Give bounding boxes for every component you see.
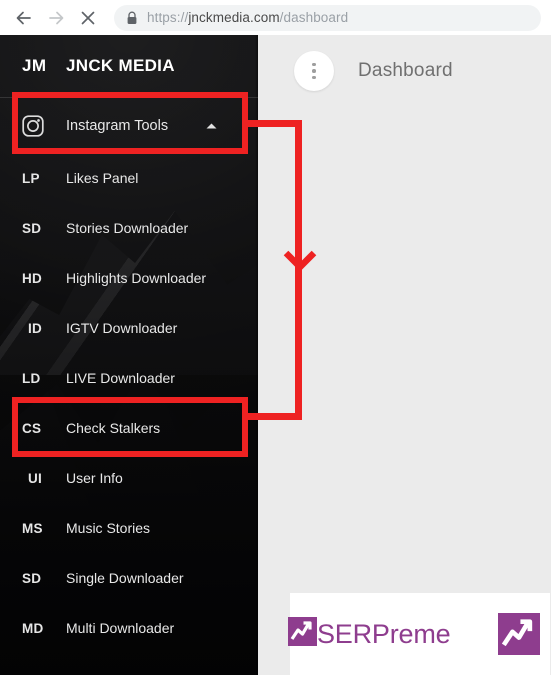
sidebar-item-likes-panel[interactable]: LP Likes Panel (0, 153, 258, 203)
sidebar-section-instagram-tools[interactable]: Instagram Tools (0, 97, 258, 153)
chevron-up-icon[interactable] (205, 122, 218, 130)
sidebar-item-label: Single Downloader (66, 570, 184, 586)
sidebar-item-highlights-downloader[interactable]: HD Highlights Downloader (0, 253, 258, 303)
sidebar-item-check-stalkers[interactable]: CS Check Stalkers (0, 403, 258, 453)
serpreme-chart-logo-icon (288, 617, 317, 651)
instagram-icon (22, 114, 66, 137)
sidebar-item-label: IGTV Downloader (66, 320, 178, 336)
sidebar-section-label: Instagram Tools (66, 117, 169, 134)
main-content: Dashboard SERPreme (258, 35, 551, 675)
brand-initials: JM (22, 56, 47, 75)
sidebar-item-abbr: MS (22, 520, 43, 536)
sidebar-item-igtv-downloader[interactable]: ID IGTV Downloader (0, 303, 258, 353)
serpreme-card: SERPreme (288, 593, 550, 675)
sidebar-item-label: User Info (66, 470, 123, 486)
sidebar-item-abbr: HD (22, 270, 43, 286)
sidebar-item-abbr: SD (22, 220, 42, 236)
address-bar[interactable]: https://jnckmedia.com/dashboard (114, 4, 541, 31)
sidebar-item-label: Check Stalkers (66, 420, 161, 436)
sidebar-item-abbr: CS (22, 420, 42, 436)
url-scheme: https:// (147, 10, 189, 25)
stop-x-icon (79, 9, 97, 27)
dot (312, 62, 316, 67)
sidebar-item-single-downloader[interactable]: SD Single Downloader (0, 553, 258, 603)
sidebar-item-abbr: LP (22, 170, 40, 186)
sidebar-item-stories-downloader[interactable]: SD Stories Downloader (0, 203, 258, 253)
dot (312, 69, 316, 73)
back-button[interactable] (8, 2, 40, 34)
sidebar-item-user-info[interactable]: UI User Info (0, 453, 258, 503)
url-path: /dashboard (279, 10, 349, 25)
sidebar-item-label: Highlights Downloader (66, 270, 207, 286)
sidebar-item-abbr: MD (22, 620, 44, 636)
sidebar-brand[interactable]: JM JNCK MEDIA (0, 35, 258, 97)
forward-arrow-icon (46, 8, 66, 28)
sidebar-item-live-downloader[interactable]: LD LIVE Downloader (0, 353, 258, 403)
sidebar-item-multi-downloader[interactable]: MD Multi Downloader (0, 603, 258, 653)
stop-button[interactable] (72, 2, 104, 34)
page-viewport: JM JNCK MEDIA Instagram Tools LP Likes P… (0, 35, 551, 675)
sidebar-item-label: Multi Downloader (66, 620, 175, 636)
forward-button[interactable] (40, 2, 72, 34)
sidebar-item-abbr: LD (22, 370, 41, 386)
sidebar-item-abbr: SD (22, 570, 42, 586)
sidebar-item-label: Stories Downloader (66, 220, 189, 236)
browser-toolbar: https://jnckmedia.com/dashboard (0, 0, 551, 35)
serpreme-brand[interactable]: SERPreme (288, 617, 451, 651)
sidebar-item-label: Music Stories (66, 520, 151, 536)
dot (312, 75, 316, 80)
sidebar: JM JNCK MEDIA Instagram Tools LP Likes P… (0, 35, 258, 675)
serpreme-chart-logo-icon (498, 613, 540, 660)
url-host: jnckmedia.com (188, 10, 280, 25)
sidebar-item-label: LIVE Downloader (66, 370, 175, 386)
page-title: Dashboard (358, 60, 453, 81)
sidebar-item-abbr: ID (28, 320, 43, 336)
sidebar-item-label: Likes Panel (66, 170, 139, 186)
lock-icon (126, 11, 138, 25)
serpreme-wordmark: SERPreme (317, 618, 451, 649)
vertical-dots-icon[interactable] (294, 51, 334, 91)
brand-name: JNCK MEDIA (66, 56, 175, 75)
sidebar-item-abbr: UI (28, 470, 43, 486)
back-arrow-icon (14, 8, 34, 28)
url-text: https://jnckmedia.com/dashboard (147, 10, 348, 25)
sidebar-item-music-stories[interactable]: MS Music Stories (0, 503, 258, 553)
main-header: Dashboard (258, 35, 551, 91)
